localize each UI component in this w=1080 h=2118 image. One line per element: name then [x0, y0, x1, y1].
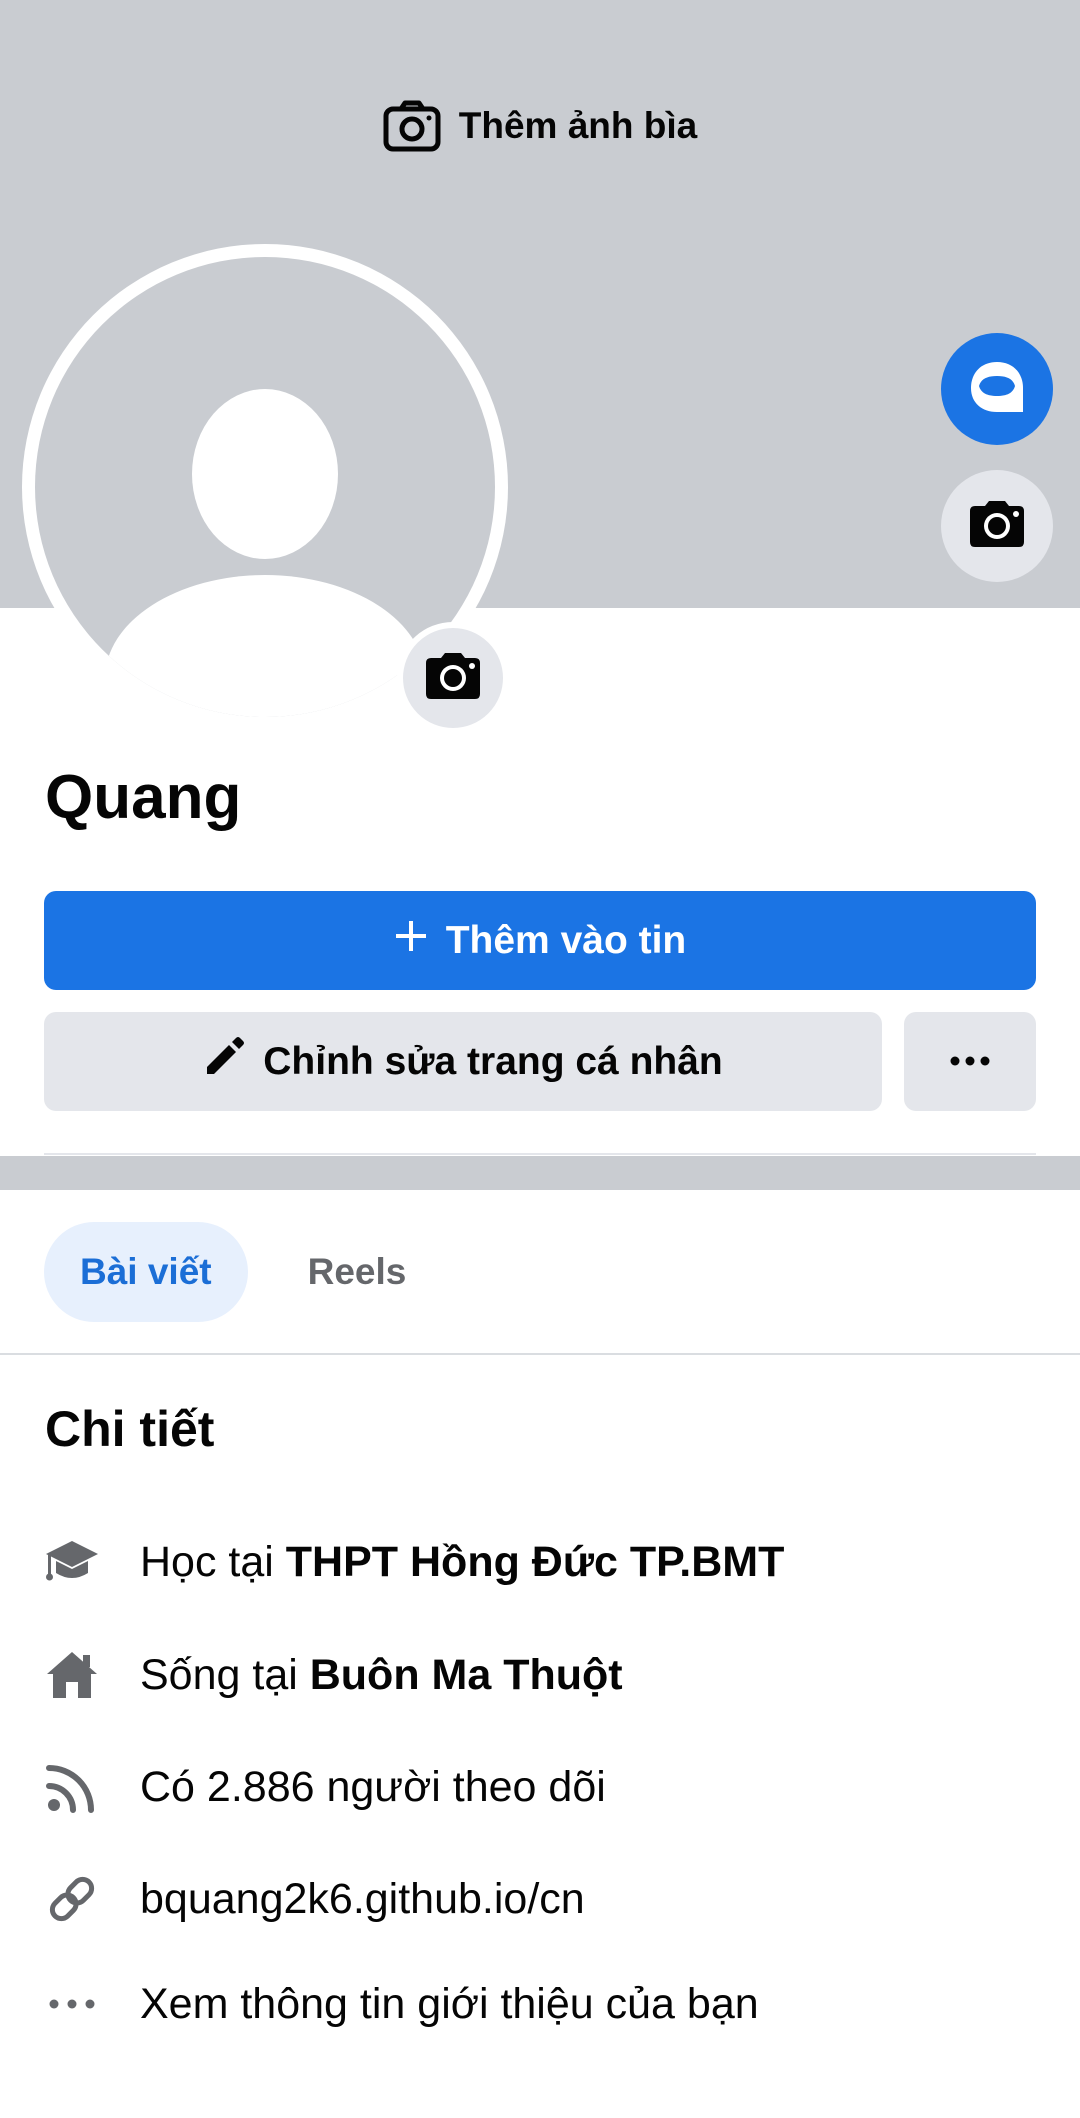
avatar-silhouette-body [105, 575, 425, 717]
detail-education-prefix: Học tại [140, 1537, 286, 1586]
camera-icon [425, 652, 481, 705]
rss-icon [44, 1759, 100, 1815]
profile-name: Quang [45, 763, 242, 832]
more-dots-icon [950, 1053, 990, 1071]
avatar-creator-button[interactable] [941, 333, 1053, 445]
plus-icon [394, 919, 428, 963]
home-icon [44, 1647, 100, 1703]
detail-website[interactable]: bquang2k6.github.io/cn [44, 1864, 1044, 1934]
detail-education-school: THPT Hồng Đức TP.BMT [285, 1537, 785, 1586]
add-to-story-label: Thêm vào tin [445, 918, 687, 962]
detail-website-link: bquang2k6.github.io/cn [140, 1874, 585, 1923]
detail-see-about[interactable]: Xem thông tin giới thiệu của bạn [44, 1969, 1044, 2039]
detail-location[interactable]: Sống tại Buôn Ma Thuột [44, 1640, 1044, 1710]
more-options-button[interactable] [904, 1012, 1036, 1111]
section-divider [44, 1153, 1036, 1155]
graduation-cap-icon [44, 1534, 100, 1590]
camera-icon [969, 500, 1025, 553]
detail-followers[interactable]: Có 2.886 người theo dõi [44, 1752, 1044, 1822]
change-profile-picture-button[interactable] [397, 622, 509, 734]
camera-outline-icon [383, 100, 441, 152]
add-to-story-button[interactable]: Thêm vào tin [44, 891, 1036, 990]
avatar-face-icon [967, 360, 1027, 419]
detail-education[interactable]: Học tại THPT Hồng Đức TP.BMT [44, 1527, 1044, 1597]
section-separator [0, 1156, 1080, 1190]
link-icon [44, 1871, 100, 1927]
avatar-silhouette-head [192, 389, 338, 559]
detail-see-about-label: Xem thông tin giới thiệu của bạn [140, 1979, 759, 2028]
add-cover-label: Thêm ảnh bìa [458, 105, 698, 146]
profile-tabs: Bài viết Reels [44, 1222, 442, 1322]
detail-location-city: Buôn Ma Thuột [309, 1650, 623, 1699]
tab-reels[interactable]: Reels [272, 1222, 443, 1322]
tabs-divider [0, 1353, 1080, 1355]
more-dots-icon [44, 1976, 100, 2032]
pencil-icon [203, 1036, 245, 1088]
tab-posts[interactable]: Bài viết [44, 1222, 248, 1322]
edit-profile-button[interactable]: Chỉnh sửa trang cá nhân [44, 1012, 882, 1111]
detail-followers-label: Có 2.886 người theo dõi [140, 1762, 606, 1811]
add-cover-photo-button[interactable]: Thêm ảnh bìa [0, 100, 1080, 152]
detail-location-prefix: Sống tại [140, 1650, 310, 1699]
details-title: Chi tiết [45, 1401, 215, 1457]
edit-profile-label: Chỉnh sửa trang cá nhân [263, 1039, 723, 1083]
edit-cover-photo-button[interactable] [941, 470, 1053, 582]
